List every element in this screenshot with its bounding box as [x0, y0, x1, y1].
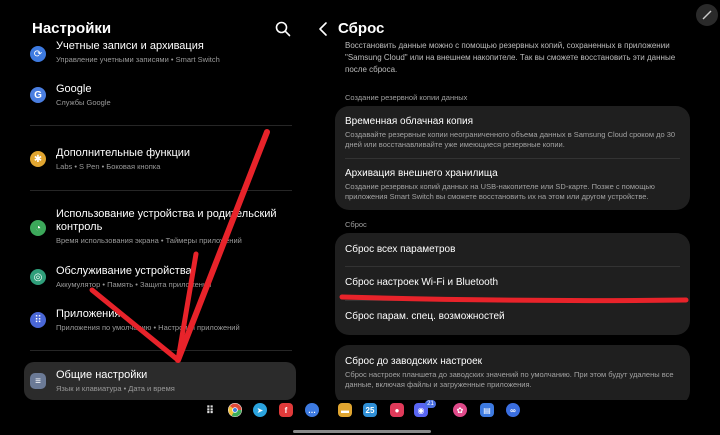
backup-section-label: Создание резервной копии данных [345, 93, 468, 102]
files-icon[interactable]: ▬ [338, 403, 352, 417]
item-title: Сброс настроек Wi-Fi и Bluetooth [345, 277, 499, 288]
sync-icon: ⟳ [30, 46, 46, 62]
temporary-cloud-backup-item[interactable]: Временная облачная копия Создавайте резе… [345, 115, 680, 150]
reset-accessibility-item[interactable]: Сброс парам. спец. возможностей [345, 310, 680, 323]
apps-grid-icon[interactable]: ⠿ [203, 403, 217, 417]
device-care-icon: ◎ [30, 269, 46, 285]
item-subtitle: Создание резервных копий данных на USB-н… [345, 182, 655, 201]
divider [30, 350, 292, 351]
item-title: Сброс до заводских настроек [345, 356, 483, 367]
telegram-icon[interactable]: ➤ [253, 403, 267, 417]
item-subtitle: Язык и клавиатура • Дата и время [56, 384, 175, 393]
digital-wellbeing-icon: ◔ [30, 220, 46, 236]
bixby-icon[interactable]: ✿ [453, 403, 467, 417]
settings-item-wellbeing[interactable]: ◔ Использование устройства и родительски… [18, 208, 298, 250]
divider [345, 300, 680, 301]
backup-card: Временная облачная копия Создавайте резе… [335, 106, 690, 210]
item-subtitle: Аккумулятор • Память • Защита приложений [56, 280, 212, 289]
link-icon[interactable]: ∞ [506, 403, 520, 417]
divider [30, 125, 292, 126]
settings-panel: Настройки ⟳ Учетные записи и архивация У… [0, 0, 310, 400]
flipboard-icon[interactable]: f [279, 403, 293, 417]
reset-card: Сброс всех параметров Сброс настроек Wi-… [335, 233, 690, 335]
external-storage-backup-item[interactable]: Архивация внешнего хранилища Создание ре… [345, 167, 680, 202]
item-subtitle: Сброс настроек планшета до заводских зна… [345, 370, 674, 389]
settings-item-google[interactable]: G Google Службы Google [18, 83, 298, 111]
settings-item-device-care[interactable]: ◎ Обслуживание устройства Аккумулятор • … [18, 265, 298, 293]
item-subtitle: Службы Google [56, 98, 111, 107]
item-title: Учетные записи и архивация [56, 40, 204, 52]
divider [345, 266, 680, 267]
item-title: Сброс парам. спец. возможностей [345, 311, 505, 322]
google-icon: G [30, 87, 46, 103]
divider [345, 158, 680, 159]
item-subtitle: Создавайте резервные копии неограниченно… [345, 130, 676, 149]
item-title: Приложения [56, 308, 121, 320]
item-subtitle: Время использования экрана • Таймеры при… [56, 236, 242, 245]
reset-wifi-bluetooth-item[interactable]: Сброс настроек Wi-Fi и Bluetooth [345, 276, 680, 289]
settings-title: Настройки [32, 20, 112, 37]
item-title: Использование устройства и родительский … [56, 208, 277, 233]
chrome-icon[interactable] [228, 403, 242, 417]
sliders-icon: ≡ [30, 373, 46, 389]
apps-grid-icon: ⠿ [30, 312, 46, 328]
settings-item-accounts[interactable]: ⟳ Учетные записи и архивация Управление … [18, 40, 298, 68]
item-title: Дополнительные функции [56, 147, 191, 159]
item-title: Обслуживание устройства [56, 265, 192, 277]
messages-icon[interactable]: … [305, 403, 319, 417]
settings-item-apps[interactable]: ⠿ Приложения Приложения по умолчанию • Н… [18, 308, 298, 336]
factory-reset-item[interactable]: Сброс до заводских настроек Сброс настро… [345, 355, 680, 390]
gesture-handle[interactable] [293, 430, 431, 433]
item-title: Временная облачная копия [345, 116, 473, 127]
search-icon[interactable] [274, 20, 292, 38]
item-subtitle: Labs • S Pen • Боковая кнопка [56, 162, 161, 171]
item-title: Сброс всех параметров [345, 244, 456, 255]
settings-item-advanced[interactable]: ✱ Дополнительные функции Labs • S Pen • … [18, 147, 298, 175]
reset-all-settings-item[interactable]: Сброс всех параметров [345, 243, 680, 256]
docs-icon[interactable]: ▤ [480, 403, 494, 417]
puzzle-icon: ✱ [30, 151, 46, 167]
item-title: Архивация внешнего хранилища [345, 168, 498, 179]
item-subtitle: Управление учетными записями • Smart Swi… [56, 55, 220, 64]
reset-section-label: Сброс [345, 220, 367, 229]
factory-reset-card[interactable]: Сброс до заводских настроек Сброс настро… [335, 345, 690, 400]
settings-item-general[interactable]: ≡ Общие настройки Язык и клавиатура • Да… [18, 369, 298, 397]
divider [30, 190, 292, 191]
pen-icon[interactable] [696, 4, 718, 26]
item-title: Общие настройки [56, 369, 148, 381]
back-arrow-icon[interactable] [316, 20, 330, 38]
item-subtitle: Приложения по умолчанию • Настройки прил… [56, 323, 240, 332]
calendar-icon[interactable]: 25 [363, 403, 377, 417]
screen-recorder-icon[interactable]: ● [390, 403, 404, 417]
reset-intro-text: Восстановить данные можно с помощью резе… [345, 41, 676, 74]
reset-title: Сброс [338, 20, 385, 37]
notification-badge: 21 [425, 400, 436, 408]
reset-panel: Сброс Восстановить данные можно с помощь… [312, 0, 720, 400]
item-title: Google [56, 83, 92, 95]
